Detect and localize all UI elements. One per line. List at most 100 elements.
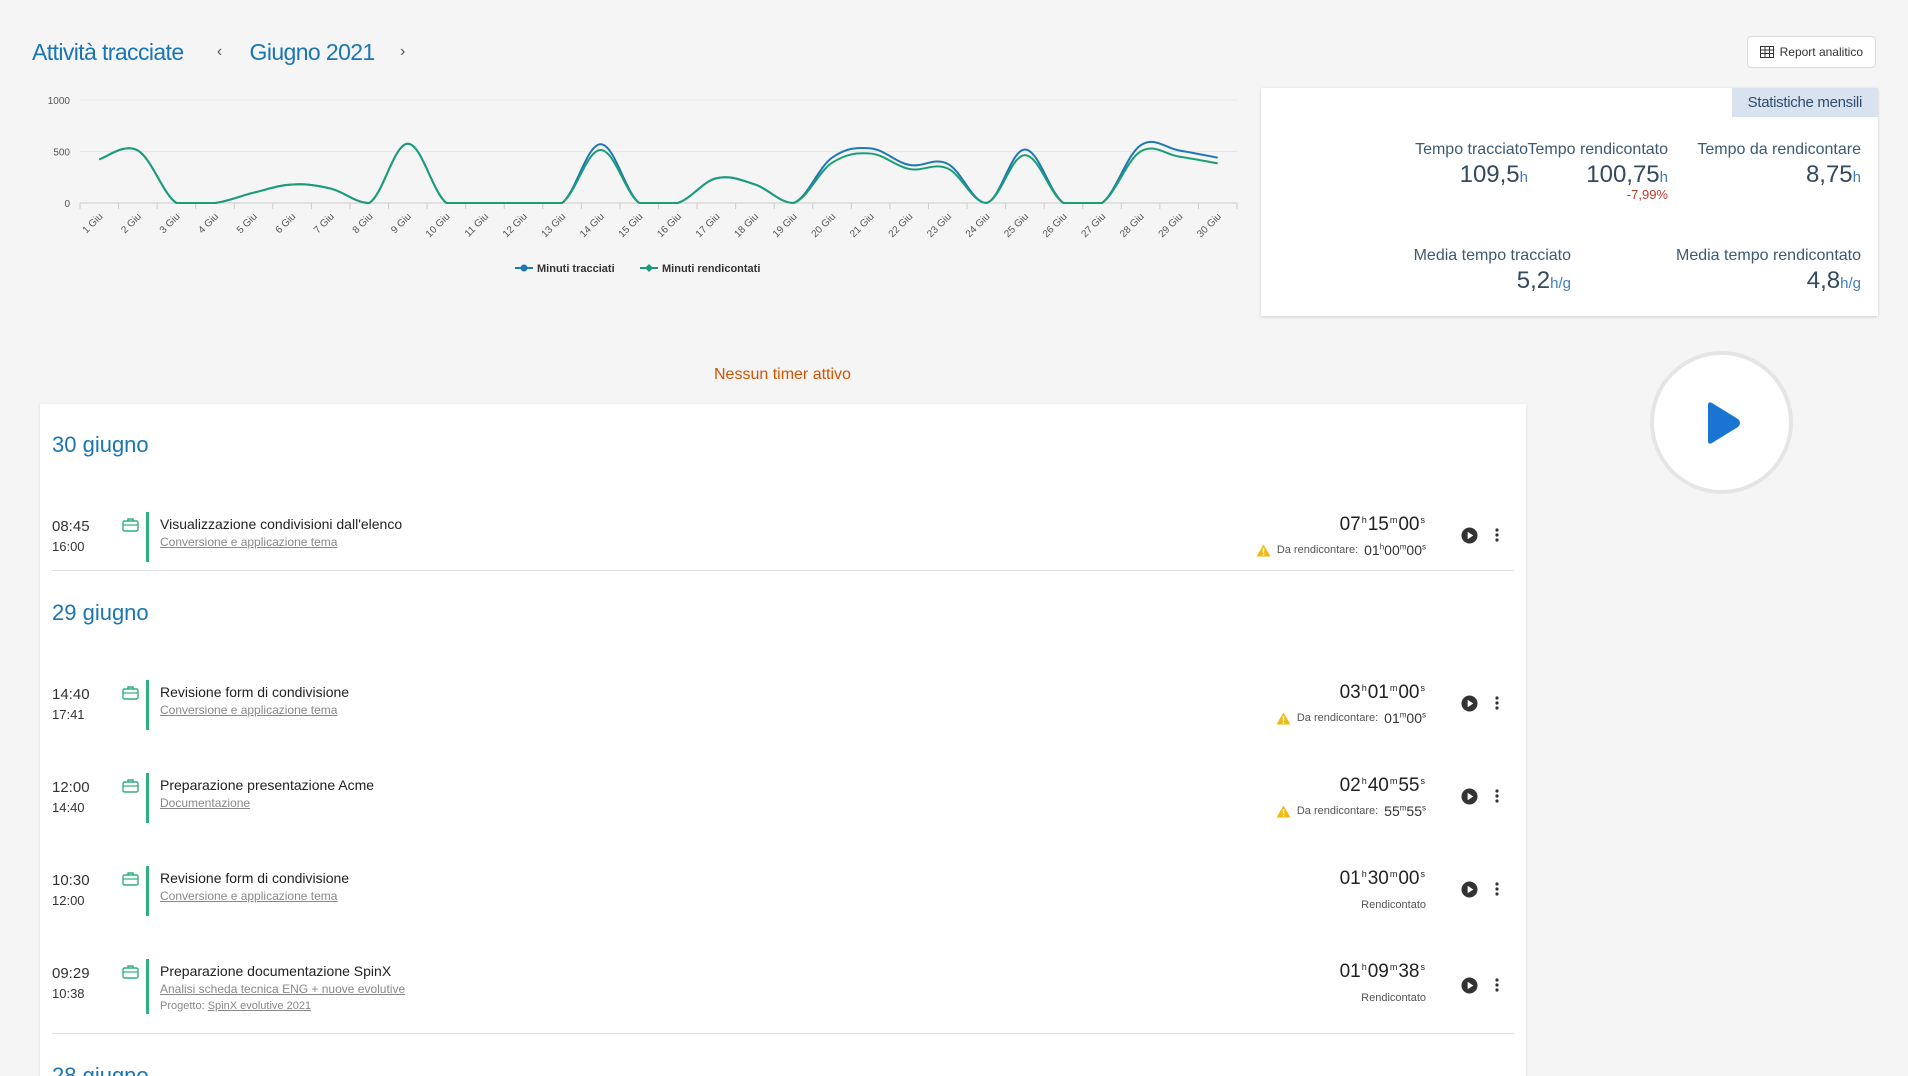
x-tick-label: 20 Giu — [810, 211, 839, 240]
series-line-tracked — [98, 140, 1218, 205]
x-tick-label: 27 Giu — [1080, 211, 1109, 240]
warning-icon — [1276, 804, 1291, 818]
entry-task-link[interactable]: Conversione e applicazione tema — [160, 703, 337, 717]
entry-status-label: Da rendicontare: — [1296, 805, 1379, 817]
more-options-icon[interactable] — [1494, 977, 1500, 993]
resume-timer-icon[interactable] — [1461, 695, 1478, 712]
x-tick-label: 15 Giu — [617, 211, 646, 240]
more-options-icon[interactable] — [1494, 788, 1500, 804]
entry-task-link[interactable]: Conversione e applicazione tema — [160, 889, 337, 903]
entry-description: Visualizzazione condivisioni dall'elenco — [160, 516, 403, 532]
more-options-icon[interactable] — [1494, 695, 1500, 711]
entry-end-time: 14:40 — [52, 800, 85, 815]
page-title: Attività tracciate — [32, 38, 184, 65]
entry-duration: 01h30m00s — [1339, 868, 1425, 889]
stat-tracked: Tempo tracciato 109,5h — [1415, 141, 1528, 189]
entry-status-label: Rendicontato — [1361, 899, 1426, 911]
x-tick-label: 1 Giu — [81, 211, 106, 236]
entry-project-link[interactable]: SpinX evolutive 2021 — [208, 1000, 311, 1012]
entry-task-link[interactable]: Analisi scheda tecnica ENG + nuove evolu… — [160, 982, 405, 996]
entry-status-label: Da rendicontare: — [1296, 712, 1379, 724]
entry-start-time: 14:40 — [52, 686, 90, 703]
resume-timer-icon[interactable] — [1461, 977, 1478, 994]
x-tick-label: 5 Giu — [235, 211, 260, 236]
more-options-icon[interactable] — [1494, 881, 1500, 897]
prev-month-button[interactable]: ‹ — [206, 43, 234, 61]
briefcase-icon — [122, 779, 139, 793]
entry-end-time: 12:00 — [52, 893, 85, 908]
entry-remaining-value: 55m55s — [1384, 803, 1426, 819]
legend-label: Minuti tracciati — [537, 263, 615, 275]
stat-reported-value: 100,75h — [1586, 161, 1668, 188]
stat-to-report-value: 8,75h — [1805, 161, 1861, 188]
x-tick-label: 9 Giu — [389, 211, 414, 236]
warning-icon — [1276, 711, 1291, 725]
stats-tag: Statistiche mensili — [1731, 88, 1878, 117]
x-tick-label: 8 Giu — [351, 211, 376, 236]
entry-end-time: 16:00 — [52, 539, 85, 554]
legend-marker — [520, 264, 528, 272]
resume-timer-icon[interactable] — [1461, 527, 1478, 544]
entry-status: Da rendicontare: 01h00m00s — [1256, 542, 1426, 558]
entry-description: Revisione form di condivisione — [160, 684, 350, 700]
stat-tracked-label: Tempo tracciato — [1415, 141, 1528, 158]
x-tick-label: 19 Giu — [771, 211, 800, 240]
entry-task-link[interactable]: Conversione e applicazione tema — [160, 535, 337, 549]
day-title: 29 giugno — [52, 600, 149, 625]
entry-end-time: 10:38 — [52, 986, 85, 1001]
y-tick-label: 0 — [64, 199, 70, 210]
x-tick-label: 24 Giu — [964, 211, 993, 240]
stat-avg-tracked-value: 5,2h/g — [1516, 267, 1571, 294]
more-options-icon[interactable] — [1494, 527, 1500, 543]
entry-color-bar — [146, 773, 149, 823]
x-tick-label: 17 Giu — [694, 211, 723, 240]
monthly-stats-card: Statistiche mensili Tempo tracciato 109,… — [1261, 88, 1878, 316]
warning-icon — [1256, 543, 1271, 557]
entry-start-time: 10:30 — [52, 872, 90, 889]
entry-color-bar — [146, 866, 149, 916]
activity-chart-svg: 0 500 1000 1 Giu 2 Giu 3 Giu 4 Giu 5 Giu 6 Giu 7 … — [48, 96, 1238, 275]
entry-task-link[interactable]: Documentazione — [160, 796, 250, 810]
x-tick-label: 29 Giu — [1157, 211, 1186, 240]
x-tick-label: 13 Giu — [540, 211, 569, 240]
stat-avg-reported: Media tempo rendicontato 4,8h/g — [1676, 247, 1861, 295]
stat-avg-reported-value: 4,8h/g — [1806, 267, 1861, 294]
entry-color-bar — [146, 512, 149, 562]
x-tick-label: 4 Giu — [196, 211, 221, 236]
entry-duration: 02h40m55s — [1339, 775, 1425, 796]
x-tick-label: 12 Giu — [501, 211, 530, 240]
entry-color-bar — [146, 680, 149, 730]
x-tick-label: 25 Giu — [1002, 211, 1031, 240]
resume-timer-icon[interactable] — [1461, 881, 1478, 898]
x-tick-label: 6 Giu — [274, 211, 299, 236]
x-tick-label: 28 Giu — [1118, 211, 1147, 240]
resume-timer-icon[interactable] — [1461, 788, 1478, 805]
entry-remaining-value: 01h00m00s — [1364, 542, 1426, 558]
entry-start-time: 08:45 — [52, 518, 90, 535]
stat-avg-tracked-label: Media tempo tracciato — [1413, 247, 1571, 264]
y-tick-label: 500 — [53, 148, 70, 159]
day-title: 30 giugno — [52, 432, 149, 457]
start-timer-button[interactable] — [1650, 351, 1793, 494]
briefcase-icon — [122, 872, 139, 886]
next-month-button[interactable]: › — [389, 43, 417, 61]
stat-tracked-value: 109,5h — [1459, 161, 1528, 188]
timer-status: Nessun timer attivo — [714, 366, 851, 383]
report-analytic-button[interactable]: Report analitico — [1746, 36, 1876, 68]
entry-status: Rendicontato — [1361, 992, 1426, 1004]
briefcase-icon — [122, 518, 139, 532]
entry-project: Progetto: SpinX evolutive 2021 — [160, 1000, 312, 1012]
x-tick-label: 2 Giu — [119, 211, 144, 236]
report-button-label: Report analitico — [1779, 45, 1863, 59]
x-tick-label: 30 Giu — [1195, 211, 1224, 240]
x-tick-label: 14 Giu — [578, 211, 607, 240]
entry-description: Preparazione presentazione Acme — [160, 777, 375, 793]
x-tick-label: 7 Giu — [312, 211, 337, 236]
activity-chart: 0 500 1000 1 Giu 2 Giu 3 Giu 4 Giu 5 Giu 6 Giu 7 … — [32, 86, 1242, 286]
day-title: 28 giugno — [52, 1063, 149, 1076]
play-icon — [1707, 401, 1740, 444]
x-tick-label: 18 Giu — [732, 211, 761, 240]
entry-duration: 01h09m38s — [1339, 961, 1425, 982]
briefcase-icon — [122, 965, 139, 979]
table-icon — [1759, 46, 1774, 58]
